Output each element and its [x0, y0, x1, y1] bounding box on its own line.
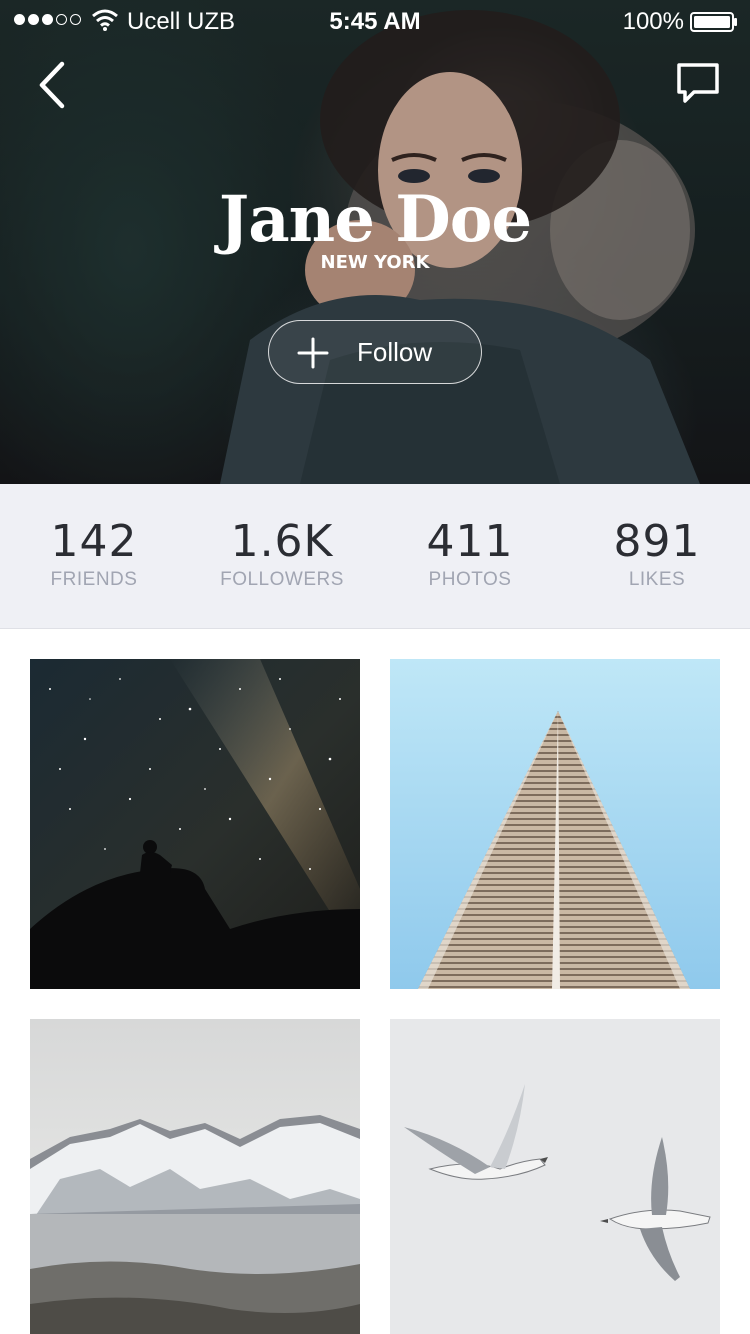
mountains-photo [30, 1019, 360, 1334]
status-bar: Ucell UZB 5:45 AM 100% [0, 0, 750, 44]
stat-friends[interactable]: 142 FRIENDS [0, 484, 188, 591]
photo-tile-skyscraper[interactable] [390, 659, 720, 989]
stat-value: 142 [50, 516, 138, 567]
profile-location: NEW YORK [320, 252, 430, 273]
chevron-left-icon [39, 61, 65, 109]
stat-photos[interactable]: 411 PHOTOS [376, 484, 564, 591]
photo-tile-mountains[interactable] [30, 1019, 360, 1334]
stat-label: PHOTOS [428, 569, 512, 590]
profile-header: Ucell UZB 5:45 AM 100% Jane Doe NEW YORK… [0, 0, 750, 484]
skyscraper-photo [390, 659, 720, 989]
chat-bubble-icon [677, 63, 719, 103]
stat-value: 411 [426, 516, 514, 567]
back-button[interactable] [34, 60, 74, 110]
stat-followers[interactable]: 1.6K FOLLOWERS [188, 484, 376, 591]
battery-icon [690, 12, 737, 32]
stat-label: FOLLOWERS [220, 569, 344, 590]
seagulls-photo [390, 1019, 720, 1334]
night-sky-photo [30, 659, 360, 989]
profile-stats: 142 FRIENDS 1.6K FOLLOWERS 411 PHOTOS 89… [0, 484, 750, 629]
stat-value: 891 [613, 516, 701, 567]
follow-button[interactable]: Follow [268, 320, 482, 384]
stat-label: LIKES [628, 569, 686, 590]
plus-icon [297, 337, 329, 369]
stat-label: FRIENDS [50, 569, 138, 590]
follow-label: Follow [357, 337, 433, 367]
stat-value: 1.6K [230, 516, 334, 567]
battery-percent: 100% [622, 8, 684, 35]
photo-tile-night-sky[interactable] [30, 659, 360, 989]
profile-name: Jane Doe [218, 182, 532, 257]
photo-tile-seagulls[interactable] [390, 1019, 720, 1334]
message-button[interactable] [674, 60, 722, 108]
stat-likes[interactable]: 891 LIKES [563, 484, 750, 591]
